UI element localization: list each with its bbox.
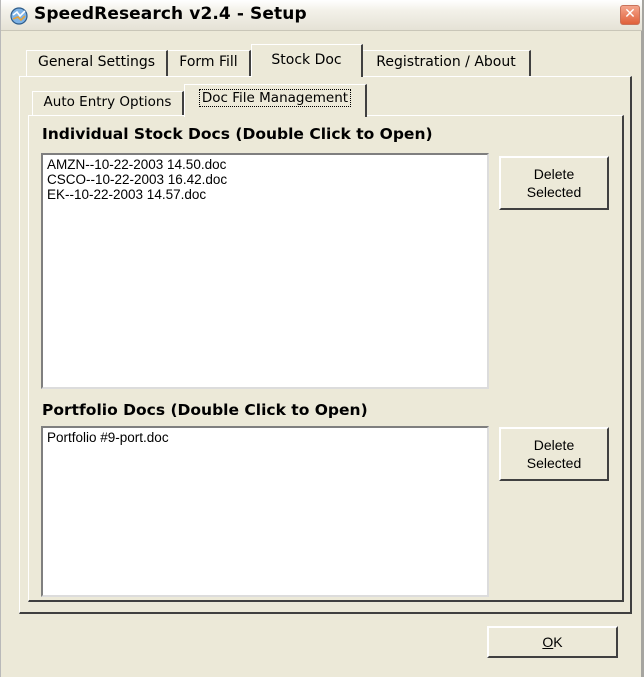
portfolio-docs-list[interactable]: Portfolio #9-port.doc bbox=[41, 426, 489, 597]
list-item[interactable]: AMZN--10-22-2003 14.50.doc bbox=[47, 157, 483, 172]
portfolio-docs-label: Portfolio Docs (Double Click to Open) bbox=[42, 401, 368, 419]
ok-label-rest: K bbox=[553, 634, 563, 650]
list-item[interactable]: EK--10-22-2003 14.57.doc bbox=[47, 187, 483, 202]
title-bar[interactable]: SpeedResearch v2.4 - Setup ✕ bbox=[1, 0, 642, 31]
delete-selected-stock-doc-button[interactable]: Delete Selected bbox=[499, 156, 609, 210]
list-item[interactable]: Portfolio #9-port.doc bbox=[47, 430, 483, 445]
close-icon[interactable]: ✕ bbox=[620, 5, 640, 25]
list-item[interactable]: CSCO--10-22-2003 16.42.doc bbox=[47, 172, 483, 187]
speedresearch-app-icon bbox=[10, 7, 28, 25]
individual-stock-docs-label: Individual Stock Docs (Double Click to O… bbox=[42, 125, 433, 143]
tab-general-settings[interactable]: General Settings bbox=[26, 50, 168, 77]
tab-registration-about[interactable]: Registration / About bbox=[363, 50, 531, 77]
subtab-auto-entry-options[interactable]: Auto Entry Options bbox=[32, 91, 184, 116]
button-label-line: Delete bbox=[533, 437, 575, 453]
button-label-line: Selected bbox=[526, 184, 582, 200]
subtab-doc-file-management[interactable]: Doc File Management bbox=[184, 84, 367, 117]
subtab-doc-file-management-label: Doc File Management bbox=[198, 89, 352, 107]
tab-form-fill[interactable]: Form Fill bbox=[168, 50, 251, 77]
screenshot: g SpeedResearch v2.4 - Setup ✕ General S… bbox=[0, 0, 644, 677]
button-label-line: Selected bbox=[526, 455, 582, 471]
setup-dialog: SpeedResearch v2.4 - Setup ✕ General Set… bbox=[0, 0, 644, 677]
tab-stock-doc[interactable]: Stock Doc bbox=[251, 44, 363, 77]
ok-button[interactable]: OK bbox=[487, 626, 618, 658]
individual-stock-docs-list[interactable]: AMZN--10-22-2003 14.50.doc CSCO--10-22-2… bbox=[41, 153, 489, 389]
ok-mnemonic: O bbox=[542, 634, 554, 650]
delete-selected-portfolio-doc-button[interactable]: Delete Selected bbox=[499, 427, 609, 481]
button-label-line: Delete bbox=[533, 166, 575, 182]
ok-button-label: OK bbox=[542, 633, 562, 651]
window-title: SpeedResearch v2.4 - Setup bbox=[34, 4, 307, 24]
